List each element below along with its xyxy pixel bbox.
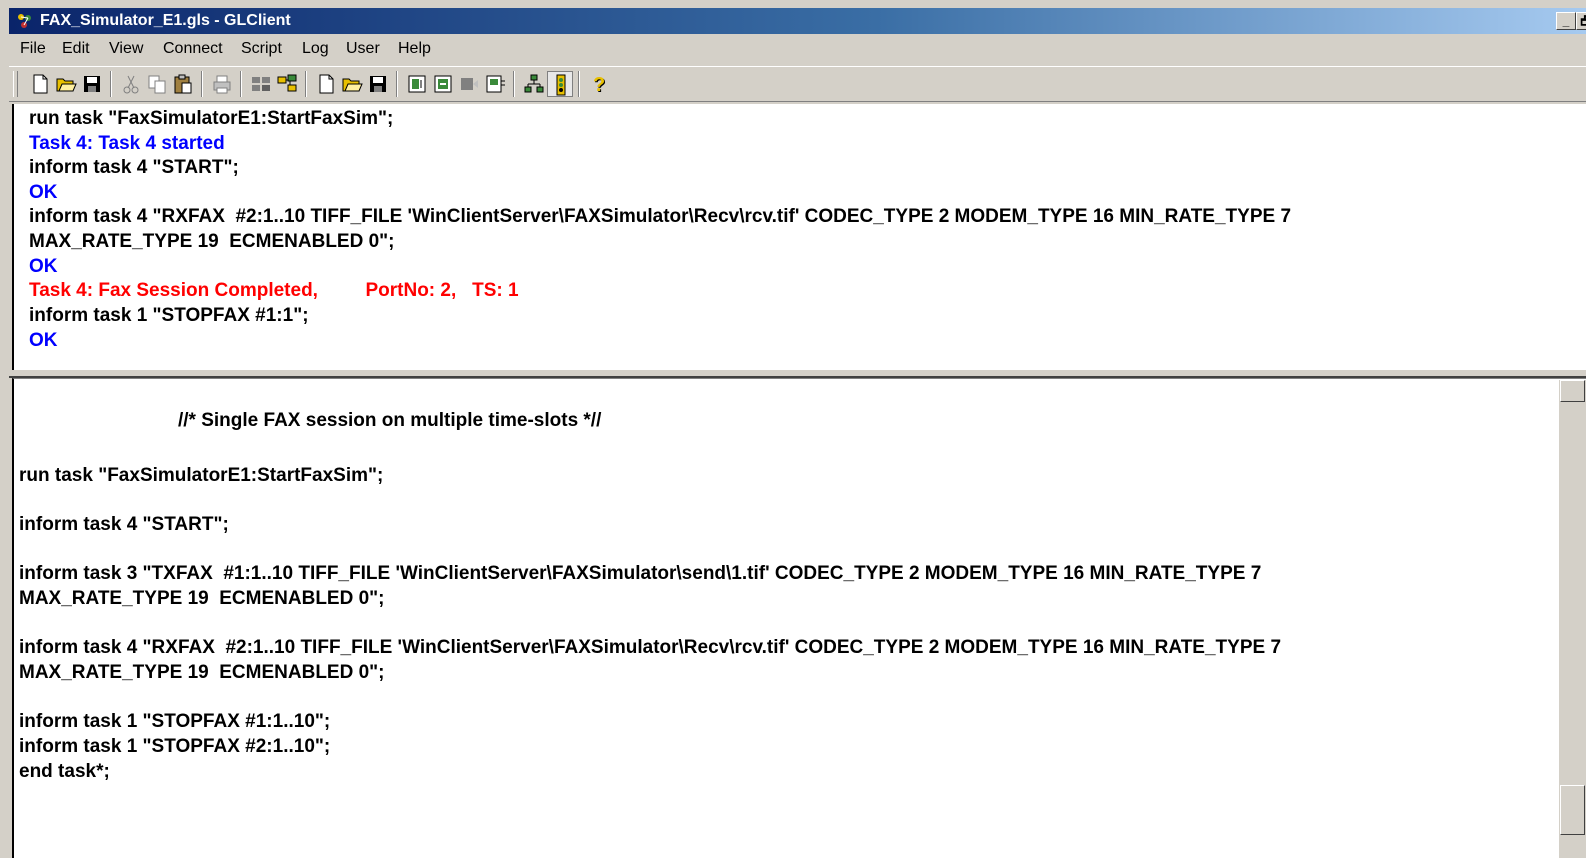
print-icon[interactable] <box>209 71 235 97</box>
script-line: inform task 4 "START"; <box>19 514 229 535</box>
paste-icon[interactable] <box>170 71 196 97</box>
step-icon[interactable] <box>456 71 482 97</box>
network-icon[interactable] <box>521 71 547 97</box>
save-script-icon[interactable] <box>365 71 391 97</box>
output-line: MAX_RATE_TYPE 19 ECMENABLED 0"; <box>29 231 395 252</box>
toolbar-separator <box>396 71 398 97</box>
traffic-light-icon[interactable] <box>547 71 573 97</box>
toolbar-separator <box>513 71 515 97</box>
restore-button[interactable]: 🗗 <box>1576 12 1586 30</box>
menu-bar: File Edit View Connect Script Log User H… <box>9 34 1586 66</box>
glclient-window: FAX_Simulator_E1.gls - GLClient _ 🗗 File… <box>0 0 1586 858</box>
stop-icon[interactable] <box>430 71 456 97</box>
new-script-icon[interactable] <box>313 71 339 97</box>
restore-icon: 🗗 <box>1580 14 1586 28</box>
vertical-scrollbar[interactable] <box>1559 380 1586 858</box>
output-line: Task 4: Fax Session Completed, PortNo: 2… <box>29 280 519 301</box>
open-icon[interactable] <box>53 71 79 97</box>
output-log-pane[interactable]: run task "FaxSimulatorE1:StartFaxSim"; Ta… <box>12 104 1586 370</box>
pane-splitter[interactable] <box>9 370 1586 378</box>
script-line: inform task 1 "STOPFAX #2:1..10"; <box>19 736 331 757</box>
output-line: Task 4: Task 4 started <box>29 133 225 154</box>
open-script-icon[interactable] <box>339 71 365 97</box>
script-comment: //* Single FAX session on multiple time-… <box>178 410 602 431</box>
cut-icon[interactable] <box>118 71 144 97</box>
window-title: FAX_Simulator_E1.gls - GLClient <box>40 12 291 29</box>
help-icon[interactable]: ?? <box>586 71 612 97</box>
script-line: inform task 4 "RXFAX #2:1..10 TIFF_FILE … <box>19 637 1282 658</box>
script-editor-pane[interactable]: //* Single FAX session on multiple time-… <box>12 378 1586 858</box>
output-line: inform task 4 "START"; <box>29 157 239 178</box>
connect-icon[interactable] <box>248 71 274 97</box>
script-line: MAX_RATE_TYPE 19 ECMENABLED 0"; <box>19 588 385 609</box>
menu-file[interactable]: File <box>20 40 46 58</box>
toolbar: ?? <box>9 66 1586 102</box>
svg-text:?: ? <box>593 74 605 96</box>
script-line: run task "FaxSimulatorE1:StartFaxSim"; <box>19 465 384 486</box>
minimize-icon: _ <box>1562 14 1570 28</box>
output-line: run task "FaxSimulatorE1:StartFaxSim"; <box>29 108 394 129</box>
title-bar[interactable]: FAX_Simulator_E1.gls - GLClient _ 🗗 <box>9 8 1586 34</box>
debug-icon[interactable] <box>482 71 508 97</box>
menu-connect[interactable]: Connect <box>163 40 223 58</box>
toolbar-separator <box>305 71 307 97</box>
copy-icon[interactable] <box>144 71 170 97</box>
toolbar-separator <box>110 71 112 97</box>
menu-view[interactable]: View <box>109 40 143 58</box>
menu-user[interactable]: User <box>346 40 380 58</box>
toolbar-separator <box>578 71 580 97</box>
minimize-button[interactable]: _ <box>1556 12 1576 30</box>
output-line: OK <box>29 256 58 277</box>
script-line: inform task 1 "STOPFAX #1:1..10"; <box>19 711 331 732</box>
output-line: inform task 1 "STOPFAX #1:1"; <box>29 305 309 326</box>
disconnect-icon[interactable] <box>274 71 300 97</box>
output-line: OK <box>29 182 58 203</box>
output-line: inform task 4 "RXFAX #2:1..10 TIFF_FILE … <box>29 206 1292 227</box>
script-line: end task*; <box>19 761 110 782</box>
menu-log[interactable]: Log <box>302 40 329 58</box>
run-icon[interactable] <box>404 71 430 97</box>
menu-help[interactable]: Help <box>398 40 431 58</box>
save-icon[interactable] <box>79 71 105 97</box>
script-line: inform task 3 "TXFAX #1:1..10 TIFF_FILE … <box>19 563 1262 584</box>
menu-edit[interactable]: Edit <box>62 40 90 58</box>
output-line: OK <box>29 330 58 351</box>
toolbar-grip[interactable] <box>13 71 18 97</box>
glclient-app-icon <box>18 14 31 28</box>
toolbar-separator <box>201 71 203 97</box>
toolbar-separator <box>240 71 242 97</box>
scroll-up-button[interactable] <box>1560 380 1585 402</box>
scroll-thumb[interactable] <box>1560 785 1585 835</box>
script-line: MAX_RATE_TYPE 19 ECMENABLED 0"; <box>19 662 385 683</box>
menu-script[interactable]: Script <box>241 40 282 58</box>
new-icon[interactable] <box>27 71 53 97</box>
